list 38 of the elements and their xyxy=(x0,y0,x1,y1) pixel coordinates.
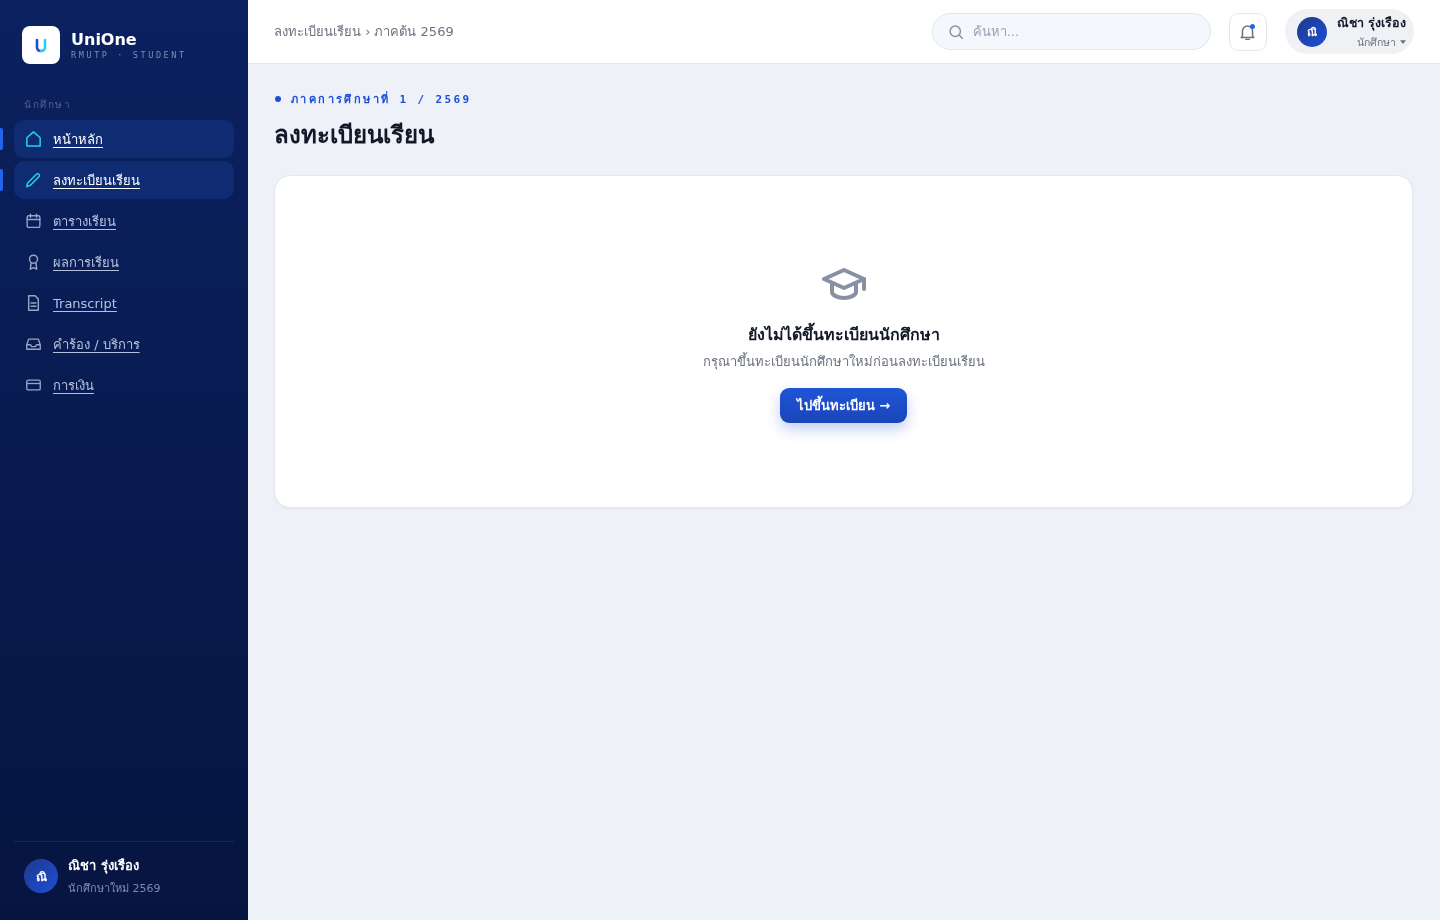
award-ribbon-icon xyxy=(26,254,41,270)
notifications-button[interactable] xyxy=(1228,12,1267,51)
section-label: นักศึกษา xyxy=(24,98,71,112)
user-name: ณิชา รุ่งเรือง xyxy=(68,857,140,876)
brand-subtitle: RMUTP · STUDENT xyxy=(71,48,187,61)
credit-card-icon xyxy=(26,377,41,393)
bell-icon xyxy=(1240,23,1256,40)
sidebar-item[interactable]: ลงทะเบียนเรียน xyxy=(14,161,234,199)
sidebar-item[interactable]: การเงิน xyxy=(14,366,234,404)
home-icon xyxy=(26,131,41,147)
search-icon xyxy=(948,25,963,39)
user-role: นักศึกษา xyxy=(1357,34,1396,50)
user-avatar: ณิ xyxy=(24,859,58,893)
user-avatar: ณิ xyxy=(1296,16,1327,47)
sidebar-item[interactable]: คำร้อง / บริการ xyxy=(14,325,234,363)
dot-icon xyxy=(275,96,281,102)
logo-icon xyxy=(22,26,60,64)
inbox-icon xyxy=(26,336,41,352)
term-label: ภาคการศึกษาที่ 1 / 2569 xyxy=(291,90,472,108)
breadcrumb: ลงทะเบียนเรียน › ภาคต้น 2569 xyxy=(274,23,454,41)
caret-icon xyxy=(1400,40,1406,44)
sidebar-item[interactable]: Transcript xyxy=(14,284,234,322)
calendar-icon xyxy=(26,213,41,229)
pencil-icon xyxy=(26,172,41,188)
search-field[interactable]: ค้นหา... xyxy=(931,13,1211,50)
user-menu-button[interactable]: ณิ ณิชา รุ่งเรือง นักศึกษา xyxy=(1284,9,1414,54)
user-name: ณิชา รุ่งเรือง xyxy=(1336,13,1406,33)
sidebar-item[interactable]: หน้าหลัก xyxy=(14,120,234,158)
empty-state-message: กรุณาขึ้นทะเบียนนักศึกษาใหม่ก่อนลงทะเบียนเรียน xyxy=(702,353,985,371)
user-role: นักศึกษาใหม่ 2569 xyxy=(68,881,161,897)
document-icon xyxy=(26,295,41,311)
register-button[interactable]: ไปขึ้นทะเบียน → xyxy=(779,388,908,423)
graduation-cap-icon xyxy=(821,268,866,300)
brand-name: UniOne xyxy=(71,29,138,49)
sidebar-item[interactable]: ผลการเรียน xyxy=(14,243,234,281)
empty-state-title: ยังไม่ได้ขึ้นทะเบียนนักศึกษา xyxy=(747,324,940,346)
sidebar-item[interactable]: ตารางเรียน xyxy=(14,202,234,240)
page-title: ลงทะเบียนเรียน xyxy=(274,120,436,151)
